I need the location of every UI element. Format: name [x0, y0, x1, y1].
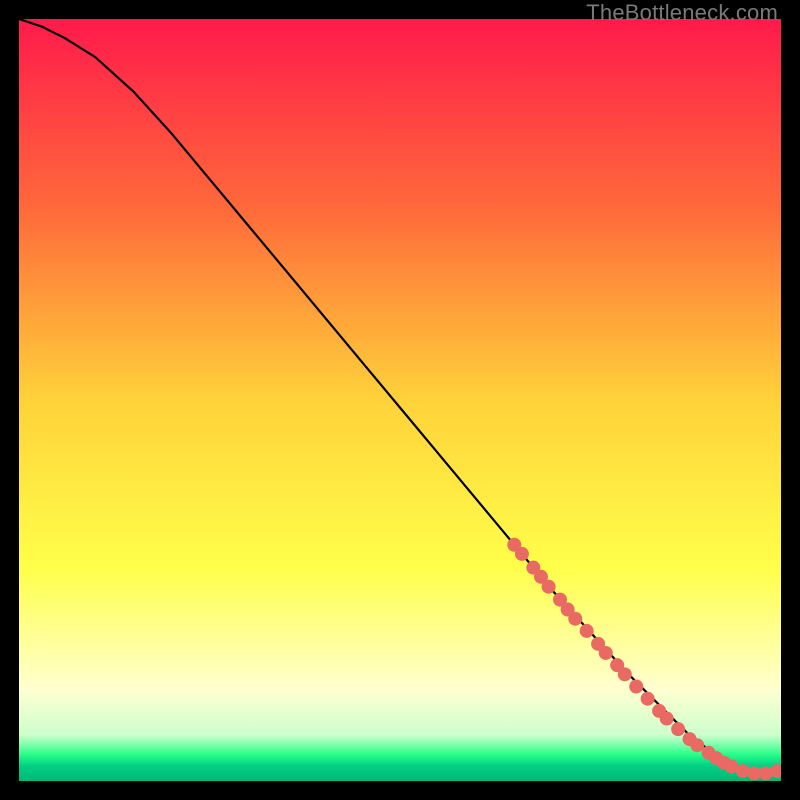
highlight-dot	[690, 738, 704, 752]
highlight-dot	[641, 692, 655, 706]
highlight-dot	[671, 722, 685, 736]
highlight-dot	[618, 667, 632, 681]
highlight-dot	[660, 712, 674, 726]
highlight-dot	[542, 580, 556, 594]
highlight-dot	[599, 646, 613, 660]
bottleneck-chart	[19, 19, 781, 781]
highlight-dot	[515, 547, 529, 561]
gradient-background	[19, 19, 781, 781]
highlight-dot	[580, 624, 594, 638]
watermark-text: TheBottleneck.com	[586, 0, 778, 26]
highlight-dot	[568, 612, 582, 626]
highlight-dot	[629, 680, 643, 694]
chart-frame	[19, 19, 781, 781]
